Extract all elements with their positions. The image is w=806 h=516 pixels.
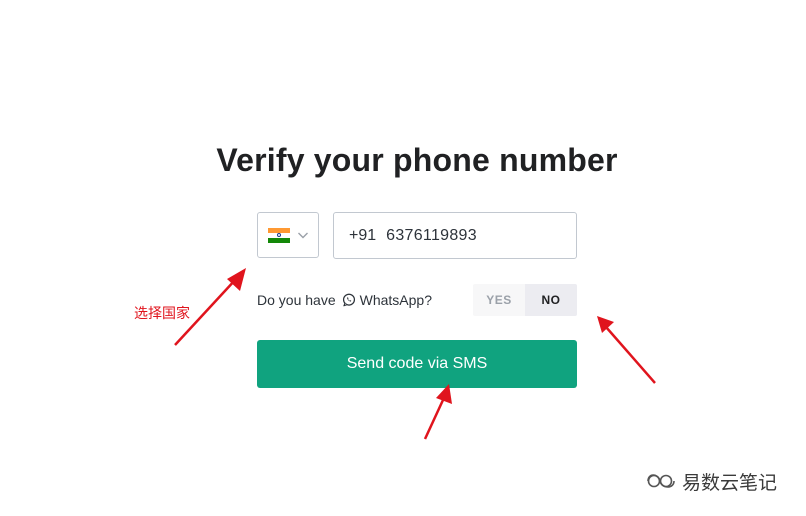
send-code-button[interactable]: Send code via SMS bbox=[257, 340, 577, 388]
phone-number-input[interactable]: +91 6376119893 bbox=[333, 212, 577, 259]
india-flag-icon bbox=[268, 227, 290, 243]
wechat-channel-icon bbox=[647, 473, 675, 488]
arrow-to-whatsapp-toggle bbox=[597, 316, 656, 384]
chevron-down-icon bbox=[298, 232, 308, 239]
watermark-text: 易数云笔记 bbox=[682, 473, 778, 494]
verify-phone-page: Verify your phone number +91 6376119893 … bbox=[0, 0, 806, 516]
country-annotation-label: 选择国家 bbox=[134, 305, 190, 321]
whatsapp-question-row: Do you have WhatsApp? YES NO bbox=[257, 284, 577, 316]
country-code-dropdown[interactable] bbox=[257, 212, 319, 258]
whatsapp-yes-option[interactable]: YES bbox=[473, 284, 525, 316]
whatsapp-question-prefix: Do you have bbox=[257, 292, 336, 308]
whatsapp-icon bbox=[342, 293, 355, 307]
phone-number-value: 6376119893 bbox=[386, 226, 477, 244]
whatsapp-no-option[interactable]: NO bbox=[525, 284, 577, 316]
whatsapp-app-name: WhatsApp? bbox=[359, 292, 432, 308]
country-code-prefix: +91 bbox=[349, 226, 377, 244]
whatsapp-toggle[interactable]: YES NO bbox=[473, 284, 577, 316]
arrow-to-send-button bbox=[423, 384, 452, 440]
watermark: 易数云笔记 bbox=[646, 468, 777, 495]
page-title: Verify your phone number bbox=[216, 142, 618, 178]
